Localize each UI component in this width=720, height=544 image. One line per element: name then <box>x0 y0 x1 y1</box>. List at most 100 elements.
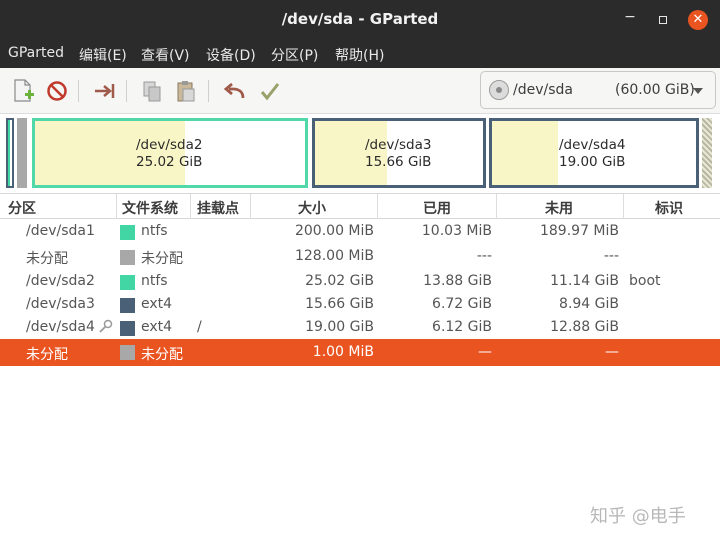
partition-cell: /dev/sda3 <box>26 296 95 312</box>
size-cell: 128.00 MiB <box>294 248 374 264</box>
undo-icon <box>223 82 245 99</box>
table-row[interactable]: /dev/sda2 ntfs 25.02 GiB 13.88 GiB 11.14… <box>0 270 720 293</box>
copy-icon <box>143 81 161 102</box>
table-row[interactable]: /dev/sda3 ext4 15.66 GiB 6.72 GiB 8.94 G… <box>0 293 720 316</box>
column-unused[interactable]: 未用 <box>545 198 573 218</box>
column-used[interactable]: 已用 <box>423 198 451 218</box>
used-cell: 6.72 GiB <box>432 296 492 312</box>
size-cell: 25.02 GiB <box>305 273 374 289</box>
table-row-selected[interactable]: 未分配 未分配 1.00 MiB — — <box>0 339 720 366</box>
paste-icon <box>177 81 195 102</box>
minimize-button[interactable]: − <box>620 10 640 30</box>
unused-cell: 11.14 GiB <box>550 273 619 289</box>
disk-segment-unallocated[interactable] <box>17 118 27 188</box>
maximize-button[interactable] <box>653 10 673 30</box>
size-cell: 19.00 GiB <box>305 319 374 335</box>
title-bar: /dev/sda - GParted − ✕ <box>0 0 720 40</box>
apply-icon <box>260 83 280 101</box>
partition-label: /dev/sda2 25.02 GiB <box>136 137 203 170</box>
partition-cell: /dev/sda4 <box>26 319 95 335</box>
filesystem-cell: 未分配 <box>141 251 183 267</box>
size-cell: 200.00 MiB <box>294 223 374 239</box>
column-flags[interactable]: 标识 <box>655 198 683 218</box>
size-cell: 1.00 MiB <box>312 344 374 360</box>
apply-button[interactable] <box>255 76 285 106</box>
filesystem-color-swatch <box>120 250 135 265</box>
filesystem-cell: ntfs <box>141 223 168 239</box>
used-cell: 10.03 MiB <box>421 223 492 239</box>
delete-partition-button[interactable] <box>42 76 72 106</box>
disk-segment-sda2[interactable]: /dev/sda2 25.02 GiB <box>32 118 308 188</box>
copy-button[interactable] <box>137 76 167 106</box>
filesystem-color-swatch <box>120 298 135 313</box>
filesystem-color-swatch <box>120 345 135 360</box>
new-partition-button[interactable] <box>8 76 38 106</box>
disk-segment-sda3[interactable]: /dev/sda3 15.66 GiB <box>312 118 486 188</box>
partition-label: /dev/sda3 15.66 GiB <box>365 137 432 170</box>
harddisk-icon <box>489 80 509 100</box>
unused-cell: 12.88 GiB <box>550 319 619 335</box>
mounted-key-icon <box>99 319 113 333</box>
column-divider <box>496 194 497 219</box>
table-row[interactable]: 未分配 未分配 128.00 MiB --- --- <box>0 245 720 268</box>
column-divider <box>250 194 251 219</box>
partition-cell: /dev/sda2 <box>26 273 95 289</box>
mountpoint-cell: / <box>197 319 202 335</box>
disk-segment-sda4[interactable]: /dev/sda4 19.00 GiB <box>489 118 699 188</box>
new-icon <box>14 79 34 102</box>
unused-cell: 8.94 GiB <box>559 296 619 312</box>
unused-cell: — <box>605 344 619 360</box>
toolbar-separator <box>126 80 127 102</box>
filesystem-color-swatch <box>120 321 135 336</box>
column-divider <box>623 194 624 219</box>
column-partition[interactable]: 分区 <box>8 198 36 218</box>
column-divider <box>116 194 117 219</box>
column-size[interactable]: 大小 <box>298 198 326 218</box>
filesystem-cell: ntfs <box>141 273 168 289</box>
device-selector[interactable]: /dev/sda (60.00 GiB) <box>480 71 716 109</box>
table-row[interactable]: /dev/sda4 ext4 / 19.00 GiB 6.12 GiB 12.8… <box>0 316 720 339</box>
used-cell: 6.12 GiB <box>432 319 492 335</box>
delete-icon <box>47 81 67 101</box>
toolbar-separator <box>208 80 209 102</box>
column-divider <box>190 194 191 219</box>
column-filesystem[interactable]: 文件系统 <box>122 198 178 218</box>
paste-button[interactable] <box>171 76 201 106</box>
resize-move-icon <box>95 84 115 98</box>
disk-segment-unallocated-end[interactable] <box>702 118 712 188</box>
close-button[interactable]: ✕ <box>688 10 708 30</box>
undo-button[interactable] <box>220 76 250 106</box>
filesystem-cell: ext4 <box>141 296 173 312</box>
partition-label: /dev/sda4 19.00 GiB <box>559 137 626 170</box>
maximize-icon <box>659 16 667 24</box>
used-cell: — <box>478 344 492 360</box>
size-cell: 15.66 GiB <box>305 296 374 312</box>
menu-partition[interactable]: 分区(P) <box>271 45 318 65</box>
unused-cell: 189.97 MiB <box>539 223 619 239</box>
menu-bar: GParted 编辑(E) 查看(V) 设备(D) 分区(P) 帮助(H) <box>0 40 720 68</box>
table-header: 分区 文件系统 挂载点 大小 已用 未用 标识 <box>0 193 720 219</box>
partition-cell: 未分配 <box>26 251 68 267</box>
disk-segment-sda1[interactable] <box>6 118 14 188</box>
device-size: (60.00 GiB) <box>615 82 695 98</box>
filesystem-cell: ext4 <box>141 319 173 335</box>
filesystem-color-swatch <box>120 225 135 240</box>
resize-move-button[interactable] <box>90 76 120 106</box>
flags-cell: boot <box>629 273 661 289</box>
partition-cell: /dev/sda1 <box>26 223 95 239</box>
device-name: /dev/sda <box>513 82 573 98</box>
used-cell: 13.88 GiB <box>423 273 492 289</box>
toolbar: /dev/sda (60.00 GiB) <box>0 68 720 114</box>
menu-gparted[interactable]: GParted <box>8 45 64 61</box>
used-space-bar <box>492 121 558 185</box>
menu-view[interactable]: 查看(V) <box>141 45 190 65</box>
menu-edit[interactable]: 编辑(E) <box>79 45 127 65</box>
filesystem-color-swatch <box>120 275 135 290</box>
chevron-down-icon <box>693 88 703 94</box>
column-mountpoint[interactable]: 挂载点 <box>197 198 239 218</box>
table-row[interactable]: /dev/sda1 ntfs 200.00 MiB 10.03 MiB 189.… <box>0 220 720 243</box>
menu-device[interactable]: 设备(D) <box>206 45 256 65</box>
menu-help[interactable]: 帮助(H) <box>335 45 384 65</box>
unused-cell: --- <box>603 248 619 264</box>
toolbar-separator <box>78 80 79 102</box>
